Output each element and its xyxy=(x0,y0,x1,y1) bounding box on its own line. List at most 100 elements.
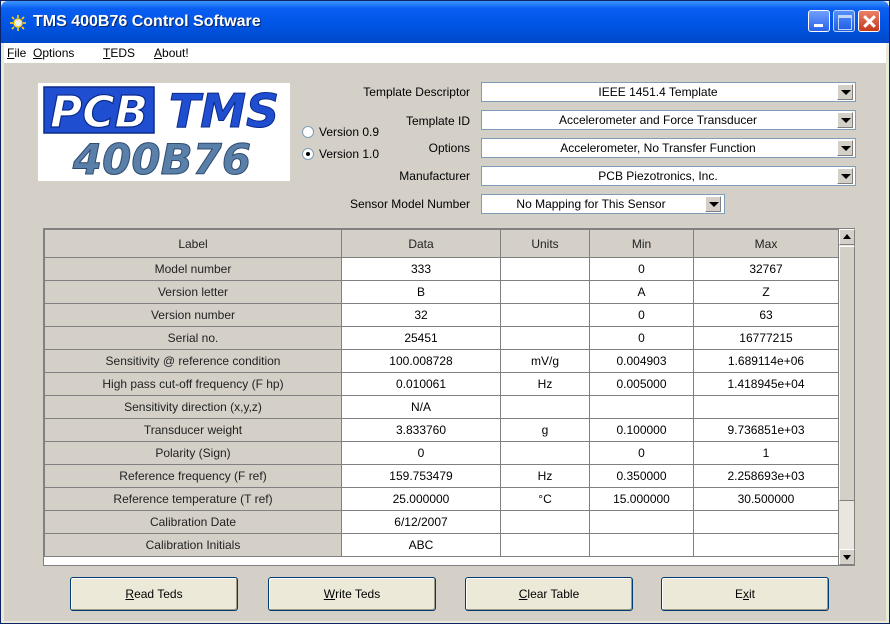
cell-units[interactable]: °C xyxy=(500,487,590,511)
radio-circle[interactable] xyxy=(302,126,314,138)
table-row[interactable]: Version number 32 0 63 xyxy=(44,303,839,327)
menu-options[interactable]: Options xyxy=(33,46,74,60)
menu-teds[interactable]: TEDS xyxy=(103,46,135,60)
cell-units[interactable] xyxy=(500,441,590,465)
cell-max[interactable]: 9.736851e+03 xyxy=(693,418,839,442)
table-row[interactable]: Reference temperature (T ref) 25.000000 °C… xyxy=(44,487,839,511)
cell-data[interactable]: 0 xyxy=(341,441,501,465)
maximize-button[interactable] xyxy=(833,10,855,32)
manufacturer-select[interactable]: PCB Piezotronics, Inc. xyxy=(481,166,856,186)
cell-units[interactable]: g xyxy=(500,418,590,442)
cell-min[interactable]: 0.100000 xyxy=(589,418,694,442)
column-header-data[interactable]: Data xyxy=(341,229,501,258)
cell-max[interactable]: 32767 xyxy=(693,257,839,281)
cell-min[interactable]: 0 xyxy=(589,303,694,327)
cell-data[interactable]: 25.000000 xyxy=(341,487,501,511)
dropdown-arrow-icon[interactable] xyxy=(837,168,853,184)
cell-min[interactable]: 0.004903 xyxy=(589,349,694,373)
cell-max[interactable]: 63 xyxy=(693,303,839,327)
cell-max[interactable] xyxy=(693,510,839,534)
cell-min[interactable]: 0.005000 xyxy=(589,372,694,396)
cell-units[interactable] xyxy=(500,533,590,557)
cell-data[interactable]: B xyxy=(341,280,501,304)
cell-min[interactable]: 0 xyxy=(589,257,694,281)
cell-data[interactable]: 159.753479 xyxy=(341,464,501,488)
cell-data[interactable]: 333 xyxy=(341,257,501,281)
menu-file[interactable]: File xyxy=(7,46,26,60)
table-row[interactable]: Transducer weight 3.833760 g 0.100000 9.7368… xyxy=(44,418,839,442)
table-row[interactable]: Calibration Date 6/12/2007 xyxy=(44,510,839,534)
cell-data[interactable]: N/A xyxy=(341,395,501,419)
read-teds-button[interactable]: Read Teds xyxy=(70,577,238,611)
clear-table-button[interactable]: Clear Table xyxy=(465,577,633,611)
radio-circle-selected[interactable] xyxy=(302,148,314,160)
column-header-min[interactable]: Min xyxy=(589,229,694,258)
cell-units[interactable] xyxy=(500,257,590,281)
cell-label: Polarity (Sign) xyxy=(44,441,342,465)
cell-data[interactable]: 32 xyxy=(341,303,501,327)
cell-label: Calibration Date xyxy=(44,510,342,534)
options-select[interactable]: Accelerometer, No Transfer Function xyxy=(481,138,856,158)
close-button[interactable] xyxy=(858,10,880,32)
cell-min[interactable] xyxy=(589,533,694,557)
table-row[interactable]: Version letter B A Z xyxy=(44,280,839,304)
cell-max[interactable]: 1.418945e+04 xyxy=(693,372,839,396)
cell-max[interactable]: 1 xyxy=(693,441,839,465)
table-row[interactable]: Calibration Initials ABC xyxy=(44,533,839,557)
cell-max[interactable]: Z xyxy=(693,280,839,304)
cell-max[interactable]: 2.258693e+03 xyxy=(693,464,839,488)
column-header-max[interactable]: Max xyxy=(693,229,839,258)
scroll-down-icon[interactable] xyxy=(839,549,855,565)
cell-units[interactable] xyxy=(500,280,590,304)
table-row[interactable]: Polarity (Sign) 0 0 1 xyxy=(44,441,839,465)
cell-max[interactable]: 30.500000 xyxy=(693,487,839,511)
cell-max[interactable] xyxy=(693,533,839,557)
cell-units[interactable] xyxy=(500,326,590,350)
table-row[interactable]: Model number 333 0 32767 xyxy=(44,257,839,281)
cell-units[interactable]: mV/g xyxy=(500,349,590,373)
cell-units[interactable]: Hz xyxy=(500,464,590,488)
write-teds-button[interactable]: Write Teds xyxy=(268,577,436,611)
cell-units[interactable]: Hz xyxy=(500,372,590,396)
template-descriptor-select[interactable]: IEEE 1451.4 Template xyxy=(481,82,856,102)
cell-data[interactable]: 0.010061 xyxy=(341,372,501,396)
template-id-select[interactable]: Accelerometer and Force Transducer xyxy=(481,110,856,130)
table-row[interactable]: Sensitivity @ reference condition 100.008… xyxy=(44,349,839,373)
cell-data[interactable]: ABC xyxy=(341,533,501,557)
exit-button[interactable]: Ex it xyxy=(661,577,829,611)
table-row[interactable]: Reference frequency (F ref) 159.753479 Hz 0… xyxy=(44,464,839,488)
dropdown-arrow-icon[interactable] xyxy=(837,112,853,128)
cell-min[interactable] xyxy=(589,395,694,419)
sensor-model-select[interactable]: No Mapping for This Sensor xyxy=(481,194,725,214)
cell-max[interactable]: 16777215 xyxy=(693,326,839,350)
dropdown-arrow-icon[interactable] xyxy=(837,140,853,156)
cell-min[interactable]: 0 xyxy=(589,441,694,465)
cell-data[interactable]: 100.008728 xyxy=(341,349,501,373)
menu-about[interactable]: About! xyxy=(154,46,189,60)
cell-data[interactable]: 6/12/2007 xyxy=(341,510,501,534)
cell-units[interactable] xyxy=(500,303,590,327)
title-bar[interactable]: TMS 400B76 Control Software xyxy=(1,1,889,43)
scroll-thumb[interactable] xyxy=(839,246,855,501)
dropdown-arrow-icon[interactable] xyxy=(705,196,721,212)
cell-units[interactable] xyxy=(500,510,590,534)
dropdown-arrow-icon[interactable] xyxy=(837,84,853,100)
table-row[interactable]: Serial no. 25451 0 16777215 xyxy=(44,326,839,350)
cell-max[interactable]: 1.689114e+06 xyxy=(693,349,839,373)
cell-max[interactable] xyxy=(693,395,839,419)
cell-min[interactable]: 15.000000 xyxy=(589,487,694,511)
cell-data[interactable]: 3.833760 xyxy=(341,418,501,442)
cell-min[interactable]: 0.350000 xyxy=(589,464,694,488)
table-row[interactable]: High pass cut-off frequency (F hp) 0.0100… xyxy=(44,372,839,396)
cell-min[interactable]: 0 xyxy=(589,326,694,350)
table-row[interactable]: Sensitivity direction (x,y,z) N/A xyxy=(44,395,839,419)
column-header-label[interactable]: Label xyxy=(44,229,342,258)
cell-units[interactable] xyxy=(500,395,590,419)
cell-min[interactable]: A xyxy=(589,280,694,304)
scroll-up-icon[interactable] xyxy=(839,229,855,245)
cell-data[interactable]: 25451 xyxy=(341,326,501,350)
cell-min[interactable] xyxy=(589,510,694,534)
minimize-button[interactable] xyxy=(808,10,830,32)
vertical-scrollbar[interactable] xyxy=(838,229,855,565)
column-header-units[interactable]: Units xyxy=(500,229,590,258)
